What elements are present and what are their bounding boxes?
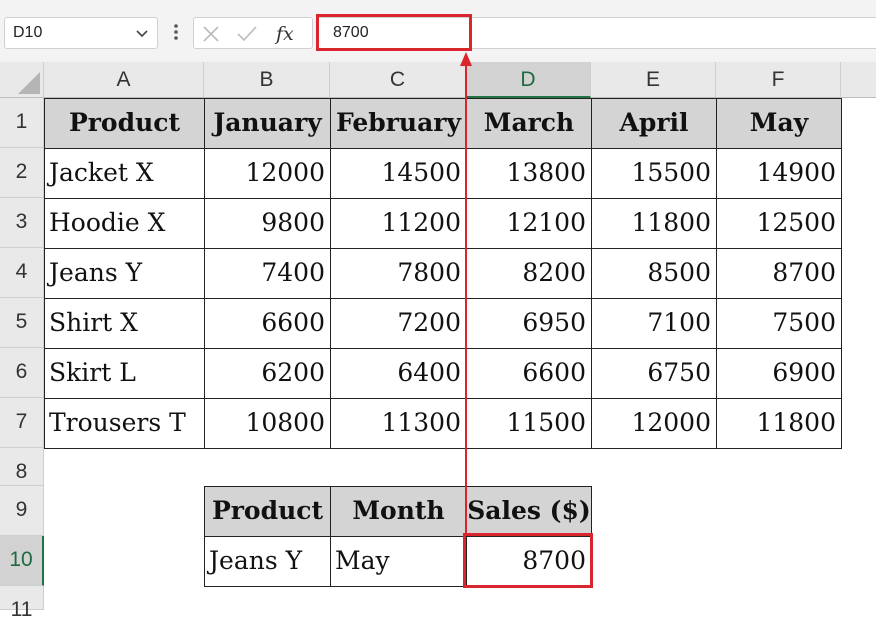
cell-highlight-box — [463, 533, 593, 588]
annotation-arrow — [460, 52, 472, 533]
formula-highlight-box — [316, 14, 472, 51]
